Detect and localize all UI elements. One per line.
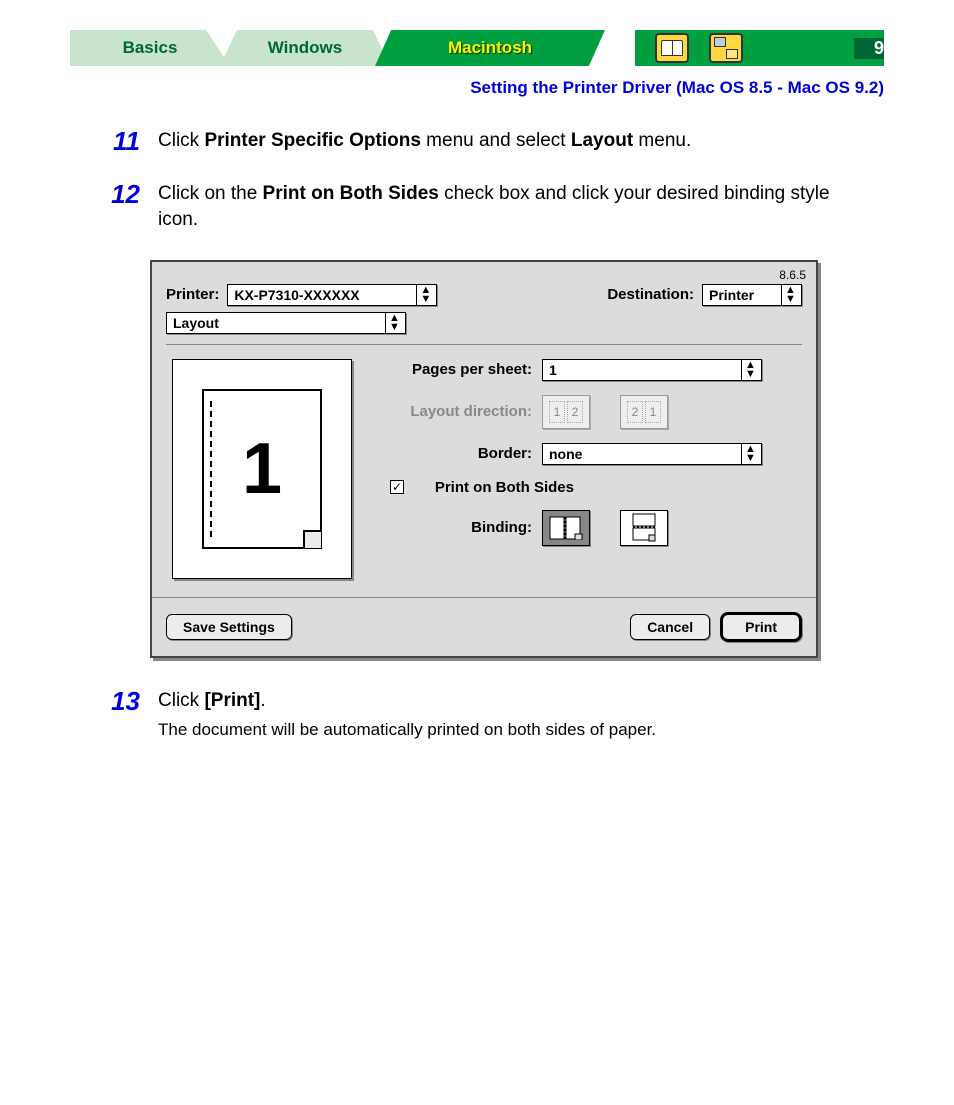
step-note: The document will be automatically print… (158, 718, 656, 742)
step-text: Click Printer Specific Options menu and … (158, 128, 691, 155)
pages-per-sheet-label: Pages per sheet: (372, 361, 532, 378)
network-icon[interactable] (709, 33, 743, 63)
print-button[interactable]: Print (720, 612, 802, 642)
print-dialog: 8.6.5 Printer: KX-P7310-XXXXXX ▲▼ Destin… (150, 260, 818, 658)
step-number: 11 (100, 128, 140, 154)
step-text: Click on the Print on Both Sides check b… (158, 181, 864, 234)
tab-basics[interactable]: Basics (70, 30, 230, 66)
destination-label: Destination: (607, 286, 694, 303)
book-icon[interactable] (655, 33, 689, 63)
print-both-sides-label: Print on Both Sides (414, 479, 574, 496)
step-number: 12 (100, 181, 140, 207)
binding-side-icon (549, 516, 583, 540)
section-popup[interactable]: Layout ▲▼ (166, 312, 406, 334)
printer-label: Printer: (166, 286, 219, 303)
popup-arrows-icon: ▲▼ (781, 284, 799, 306)
popup-arrows-icon: ▲▼ (741, 359, 759, 381)
border-label: Border: (372, 445, 532, 462)
layout-direction-lr-button[interactable]: 12 (542, 395, 590, 429)
step-number: 13 (100, 688, 140, 714)
border-popup[interactable]: none ▲▼ (542, 443, 762, 465)
destination-popup[interactable]: Printer ▲▼ (702, 284, 802, 306)
print-both-sides-checkbox[interactable]: ✓ (390, 480, 404, 494)
section-title: Setting the Printer Driver (Mac OS 8.5 -… (40, 78, 884, 98)
popup-arrows-icon: ▲▼ (385, 312, 403, 334)
icon-strip: 97 (585, 30, 884, 66)
step-12: 12 Click on the Print on Both Sides chec… (100, 181, 864, 234)
preview-page-number: 1 (242, 428, 282, 510)
tab-windows[interactable]: Windows (220, 30, 390, 66)
layout-preview: 1 (172, 359, 352, 579)
binding-side-button[interactable] (542, 510, 590, 546)
layout-direction-rl-button[interactable]: 21 (620, 395, 668, 429)
dialog-version: 8.6.5 (779, 268, 806, 282)
save-settings-button[interactable]: Save Settings (166, 614, 292, 640)
popup-arrows-icon: ▲▼ (741, 443, 759, 465)
page-number: 97 (854, 38, 914, 59)
step-text: Click [Print]. The document will be auto… (158, 688, 656, 742)
popup-arrows-icon: ▲▼ (416, 284, 434, 306)
printer-popup[interactable]: KX-P7310-XXXXXX ▲▼ (227, 284, 437, 306)
layout-direction-label: Layout direction: (372, 403, 532, 420)
page-curl-icon (303, 530, 321, 548)
step-11: 11 Click Printer Specific Options menu a… (100, 128, 864, 155)
binding-top-button[interactable] (620, 510, 668, 546)
step-13: 13 Click [Print]. The document will be a… (100, 688, 864, 742)
top-nav: Basics Windows Macintosh 97 (70, 30, 884, 66)
tab-macintosh[interactable]: Macintosh (375, 30, 605, 66)
cancel-button[interactable]: Cancel (630, 614, 710, 640)
binding-label: Binding: (372, 519, 532, 536)
pages-per-sheet-popup[interactable]: 1 ▲▼ (542, 359, 762, 381)
binding-top-icon (632, 513, 656, 543)
